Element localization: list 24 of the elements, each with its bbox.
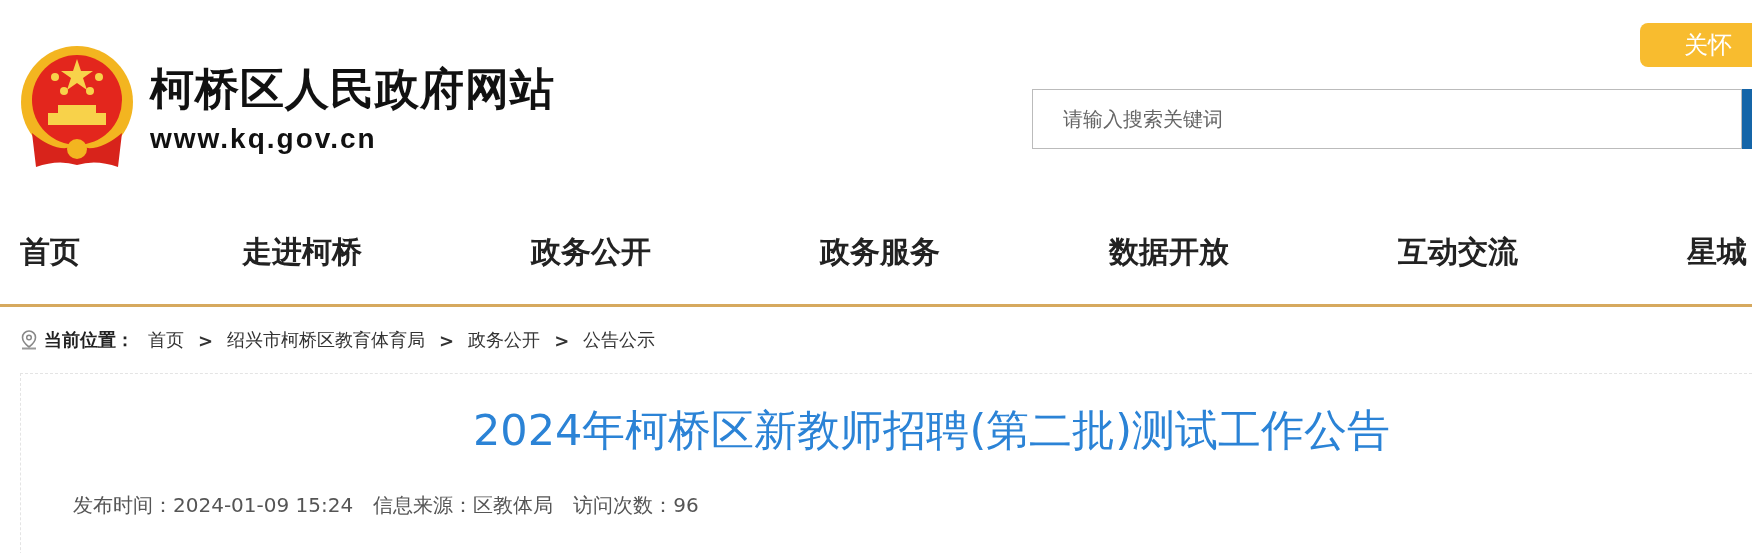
nav-item[interactable]: 星城 [1667, 231, 1747, 273]
site-url: www.kq.gov.cn [150, 123, 378, 155]
nav-item[interactable]: 首页 [0, 231, 222, 273]
nav-item[interactable]: 互动交流 [1378, 231, 1667, 273]
breadcrumb-link[interactable]: 政务公开 [468, 328, 541, 352]
nav-item[interactable]: 数据开放 [1089, 231, 1378, 273]
nav-item[interactable]: 政务服务 [800, 231, 1089, 273]
breadcrumb-label: 当前位置： [44, 328, 134, 352]
breadcrumb-link[interactable]: 绍兴市柯桥区教育体育局 [227, 328, 426, 352]
breadcrumb-link[interactable]: 首页 [148, 328, 184, 352]
breadcrumb-separator: > [198, 329, 214, 351]
nav-item[interactable]: 走进柯桥 [222, 231, 511, 273]
breadcrumb-separator: > [554, 329, 570, 351]
nav-item[interactable]: 政务公开 [511, 231, 800, 273]
search-button[interactable] [1742, 89, 1752, 149]
article-meta: 发布时间：2024-01-09 15:24 [73, 492, 354, 519]
breadcrumb-separator: > [439, 329, 455, 351]
search-field[interactable]: 请输入搜索关键词 [1032, 89, 1742, 149]
site-title: 柯桥区人民政府网站 [150, 62, 555, 116]
article-meta: 信息来源：区教体局 [373, 492, 554, 519]
location-pin-icon [20, 330, 38, 350]
article-title: 2024年柯桥区新教师招聘(第二批)测试工作公告 [472, 404, 1391, 457]
article-meta: 访问次数：96 [573, 492, 699, 519]
breadcrumb-link[interactable]: 公告公示 [583, 328, 656, 352]
